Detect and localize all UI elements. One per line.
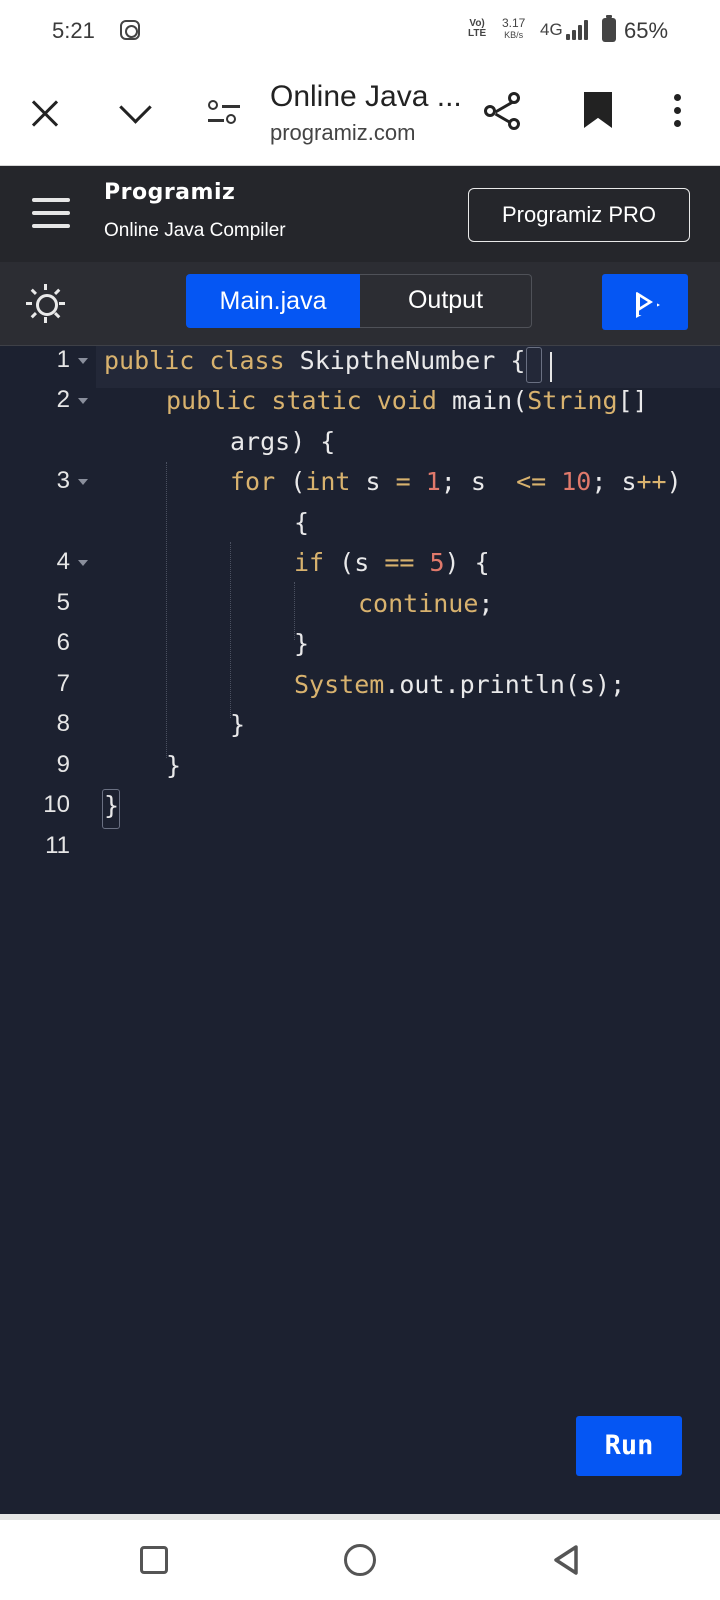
fold-arrow-icon[interactable] [78,358,88,364]
status-time: 5:21 [52,18,95,43]
bookmark-icon[interactable] [578,92,622,136]
compiler-subtitle: Online Java Compiler [104,220,286,241]
code-line-2-wrap: args) { [230,427,336,456]
instagram-icon [120,20,140,40]
network-type: 4G [540,20,563,39]
indent-guide [230,542,231,718]
code-line-9: } [166,751,182,780]
line-number: 4 [56,548,70,575]
line-number: 6 [56,629,70,656]
tab-main-java[interactable]: Main.java [186,274,360,328]
status-bar: 5:21 Vo) LTE 3.17 KB/s 4G 65% [0,0,720,62]
recents-icon[interactable] [140,1546,168,1574]
line-number: 1 [56,346,70,373]
page-title[interactable]: Online Java ... [270,80,462,114]
run-button[interactable]: Run [576,1416,682,1476]
code-line-1: public class SkiptheNumber { [104,346,542,383]
indent-guide [166,462,167,758]
tab-output[interactable]: Output [360,274,532,328]
page-url[interactable]: programiz.com [270,120,415,146]
code-line-7: System.out.println(s); [294,670,626,699]
run-button-top[interactable] [602,274,688,330]
chevron-down-icon[interactable] [114,92,158,136]
fold-arrow-icon[interactable] [78,560,88,566]
volte-bottom: LTE [468,28,487,39]
theme-toggle-icon[interactable] [26,284,66,324]
menu-icon[interactable] [32,196,72,230]
line-number: 10 [43,791,70,818]
more-vert-icon[interactable] [656,92,700,136]
line-number: 2 [56,386,70,413]
code-line-10: } [102,789,120,829]
fold-arrow-icon[interactable] [78,479,88,485]
system-nav-bar [0,1514,720,1600]
programiz-pro-button[interactable]: Programiz PRO [468,188,690,242]
line-number: 9 [56,751,70,778]
line-number: 11 [45,832,70,859]
code-line-8: } [230,710,246,739]
code-line-6: } [294,629,310,658]
programiz-logo[interactable]: Programiz [104,180,235,205]
text-cursor [550,352,552,382]
line-number: 5 [56,589,70,616]
share-icon[interactable] [484,92,528,136]
line-number: 3 [56,467,70,494]
speed-unit: KB/s [504,30,524,40]
battery-percent: 65% [624,18,669,43]
code-line-2: public static void main(String[] [166,386,648,415]
home-icon[interactable] [344,1544,376,1576]
battery-icon [602,15,616,42]
line-number: 7 [56,670,70,697]
code-line-3: for (int s = 1; s <= 10; s++) [230,467,682,496]
volte-indicator: Vo) LTE [468,19,486,39]
speed-value: 3.17 [502,16,526,30]
code-editor[interactable]: 1 2 3 4 5 6 7 8 9 10 11 public class Ski… [0,346,720,1514]
code-line-4: if (s == 5) { [294,548,490,577]
browser-toolbar: Online Java ... programiz.com [0,62,720,166]
code-line-3-wrap: { [294,508,310,537]
signal-icon [566,20,590,40]
editor-toolbar: Main.java Output [0,262,720,346]
close-icon[interactable] [24,92,68,136]
site-header: Programiz Online Java Compiler Programiz… [0,166,720,262]
line-number: 8 [56,710,70,737]
code-line-5: continue; [358,589,494,618]
back-icon[interactable] [552,1544,580,1576]
site-settings-icon[interactable] [208,92,252,136]
network-speed: 3.17 KB/s [502,17,525,41]
fold-arrow-icon[interactable] [78,398,88,404]
play-icon [637,292,653,312]
